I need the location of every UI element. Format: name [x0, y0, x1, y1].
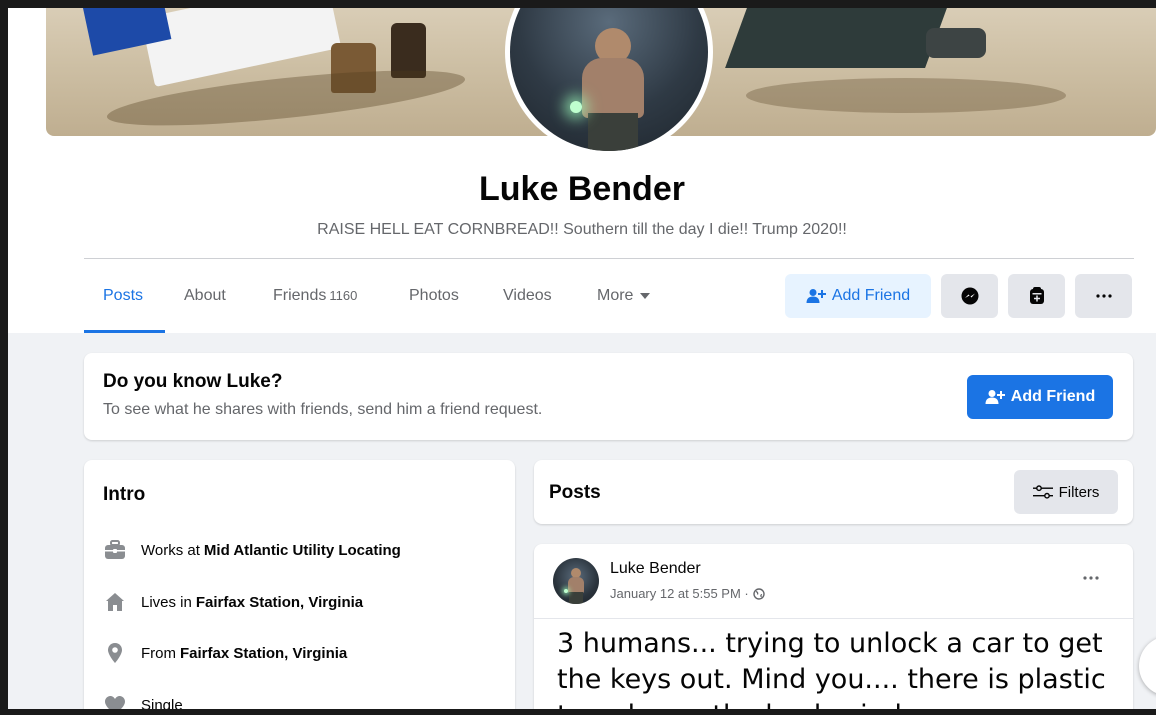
post-options-button[interactable]: [1076, 566, 1106, 590]
tab-active-indicator: [84, 330, 165, 333]
caret-down-icon: [640, 293, 651, 299]
intro-item-from: From Fairfax Station, Virginia: [103, 641, 347, 665]
post-text: 3 humans... trying to unlock a car to ge…: [557, 628, 1106, 709]
floating-action-button[interactable]: [1139, 636, 1156, 696]
tab-photos-label: Photos: [409, 287, 459, 304]
profile-header: Luke Bender RAISE HELL EAT CORNBREAD!! S…: [8, 8, 1156, 333]
tab-posts[interactable]: Posts: [103, 280, 143, 312]
post-divider: [534, 618, 1133, 619]
more-icon: [1095, 294, 1112, 298]
profile-figure-torso: [582, 58, 644, 118]
messenger-icon: [961, 287, 978, 305]
more-icon: [1083, 576, 1099, 580]
friend-request-prompt-card: Do you know Luke? To see what he shares …: [84, 353, 1133, 440]
more-options-button[interactable]: [1075, 274, 1132, 318]
intro-item-prefix: Lives in: [141, 593, 192, 611]
tab-friends-count: 1160: [329, 288, 358, 303]
briefcase-icon: [103, 538, 127, 562]
know-card-title: Do you know Luke?: [103, 371, 283, 392]
posts-header-card: Posts Filters: [534, 460, 1133, 524]
post-time-label: January 12 at 5:55 PM ·: [610, 586, 749, 601]
intro-item-value[interactable]: Fairfax Station, Virginia: [196, 594, 363, 611]
tab-photos[interactable]: Photos: [409, 280, 459, 312]
posts-header-title: Posts: [549, 482, 601, 503]
home-icon: [103, 590, 127, 614]
tab-videos-label: Videos: [503, 287, 552, 304]
intro-item-prefix: Single: [141, 696, 183, 710]
cover-bag: [926, 28, 986, 58]
profile-name: Luke Bender: [479, 170, 685, 208]
tab-about-label: About: [184, 287, 226, 304]
location-pin-icon: [103, 641, 127, 665]
globe-icon: [753, 587, 765, 600]
add-friend-icon: [985, 390, 1005, 404]
post-author-avatar[interactable]: [553, 558, 599, 604]
cover-shadow: [746, 78, 1066, 113]
tab-posts-label: Posts: [103, 287, 144, 304]
post-timestamp[interactable]: January 12 at 5:55 PM ·: [610, 586, 765, 601]
intro-card: Intro Works at Mid Atlantic Utility Loca…: [84, 460, 515, 709]
filters-button[interactable]: Filters: [1014, 470, 1118, 514]
add-friend-label: Add Friend: [831, 287, 911, 304]
tab-more-label: More: [597, 287, 634, 304]
add-friend-card-label: Add Friend: [1010, 388, 1096, 405]
know-card-subtitle: To see what he shares with friends, send…: [103, 401, 543, 418]
intro-item-value[interactable]: Mid Atlantic Utility Locating: [204, 542, 401, 559]
intro-item-value[interactable]: Fairfax Station, Virginia: [180, 645, 347, 662]
profile-bio: RAISE HELL EAT CORNBREAD!! Southern till…: [317, 221, 847, 238]
heart-icon: [103, 693, 127, 709]
tab-more[interactable]: More: [597, 280, 651, 312]
post-card: Luke Bender January 12 at 5:55 PM · 3 hu…: [534, 544, 1133, 709]
filters-icon: [1032, 485, 1053, 499]
profile-figure-legs: [588, 113, 638, 151]
profile-figure-light: [570, 101, 582, 113]
notification-icon: [1029, 287, 1044, 304]
tab-friends-label: Friends: [273, 287, 327, 304]
cover-blanket: [725, 8, 947, 68]
intro-item-work: Works at Mid Atlantic Utility Locating: [103, 538, 401, 562]
tab-about[interactable]: About: [184, 280, 226, 312]
intro-item-prefix: From: [141, 644, 176, 662]
follow-button[interactable]: [1008, 274, 1065, 318]
tab-videos[interactable]: Videos: [503, 280, 552, 312]
avatar-figure-legs: [569, 592, 583, 604]
header-divider: [84, 258, 1134, 259]
messenger-button[interactable]: [941, 274, 998, 318]
tab-friends[interactable]: Friends 1160: [273, 280, 357, 312]
intro-item-lives: Lives in Fairfax Station, Virginia: [103, 590, 363, 614]
facebook-profile-page: Luke Bender RAISE HELL EAT CORNBREAD!! S…: [8, 8, 1156, 709]
avatar-figure-light: [564, 589, 568, 593]
add-friend-card-button[interactable]: Add Friend: [967, 375, 1113, 419]
intro-item-relationship: Single: [103, 693, 183, 709]
add-friend-button[interactable]: Add Friend: [785, 274, 931, 318]
avatar-figure-torso: [568, 577, 584, 593]
profile-picture-image: [510, 8, 708, 151]
intro-item-prefix: Works at: [141, 541, 200, 559]
add-friend-icon: [806, 289, 826, 303]
filters-label: Filters: [1058, 483, 1100, 501]
post-author-name[interactable]: Luke Bender: [610, 560, 701, 578]
intro-title: Intro: [103, 484, 146, 505]
